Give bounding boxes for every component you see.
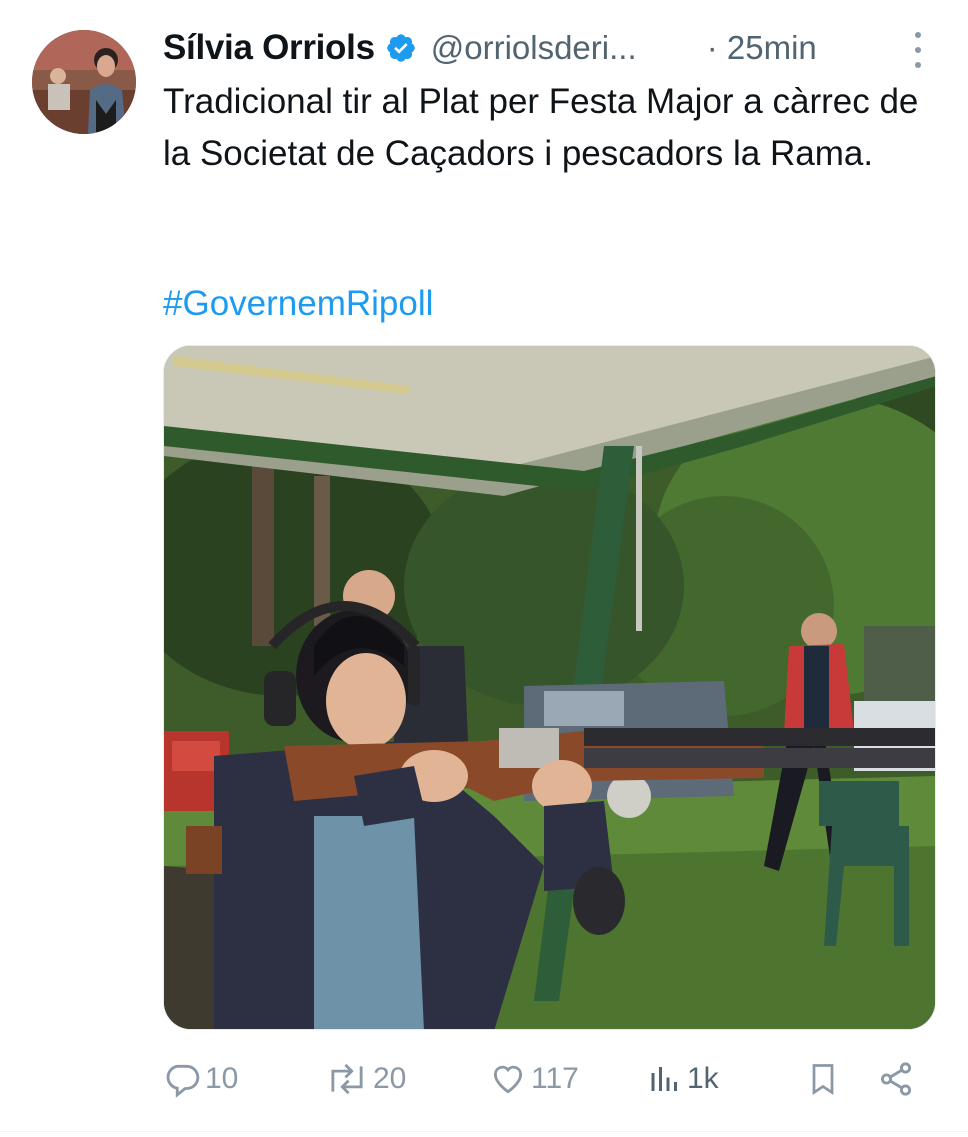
views-button[interactable]: 1k <box>647 1060 719 1098</box>
divider <box>0 1131 968 1132</box>
avatar[interactable] <box>32 30 136 134</box>
hashtag-link[interactable]: #GovernemRipoll <box>163 278 433 330</box>
verified-badge-icon <box>385 32 417 64</box>
views-bar-icon <box>647 1060 683 1098</box>
author-handle[interactable]: @orriolsderi... <box>431 29 683 67</box>
reply-count: 10 <box>205 1062 239 1095</box>
like-count: 117 <box>531 1062 579 1095</box>
photo-image <box>164 346 935 1029</box>
timestamp[interactable]: · 25min <box>707 29 817 67</box>
share-button[interactable] <box>877 1060 915 1098</box>
bookmark-icon <box>805 1060 841 1098</box>
more-vertical-icon[interactable] <box>908 32 928 68</box>
tweet-header: Sílvia Orriols @orriolsderi... · 25min <box>163 24 817 72</box>
reply-button[interactable]: 10 <box>163 1060 238 1098</box>
like-button[interactable]: 117 <box>489 1060 579 1098</box>
bookmark-button[interactable] <box>805 1060 841 1098</box>
views-count: 1k <box>687 1062 719 1095</box>
tweet-actions: 10 20 117 1k <box>163 1052 923 1108</box>
heart-icon <box>489 1060 527 1098</box>
tweet[interactable]: Sílvia Orriols @orriolsderi... · 25min T… <box>0 0 968 1137</box>
share-icon <box>877 1060 915 1098</box>
retweet-count: 20 <box>373 1062 407 1095</box>
retweet-button[interactable]: 20 <box>325 1060 406 1098</box>
tweet-photo[interactable] <box>163 345 936 1030</box>
avatar-image <box>32 30 136 134</box>
tweet-text: Tradicional tir al Plat per Festa Major … <box>163 82 919 173</box>
reply-bubble-icon <box>163 1060 201 1098</box>
author-name[interactable]: Sílvia Orriols <box>163 28 375 68</box>
retweet-icon <box>325 1060 369 1098</box>
